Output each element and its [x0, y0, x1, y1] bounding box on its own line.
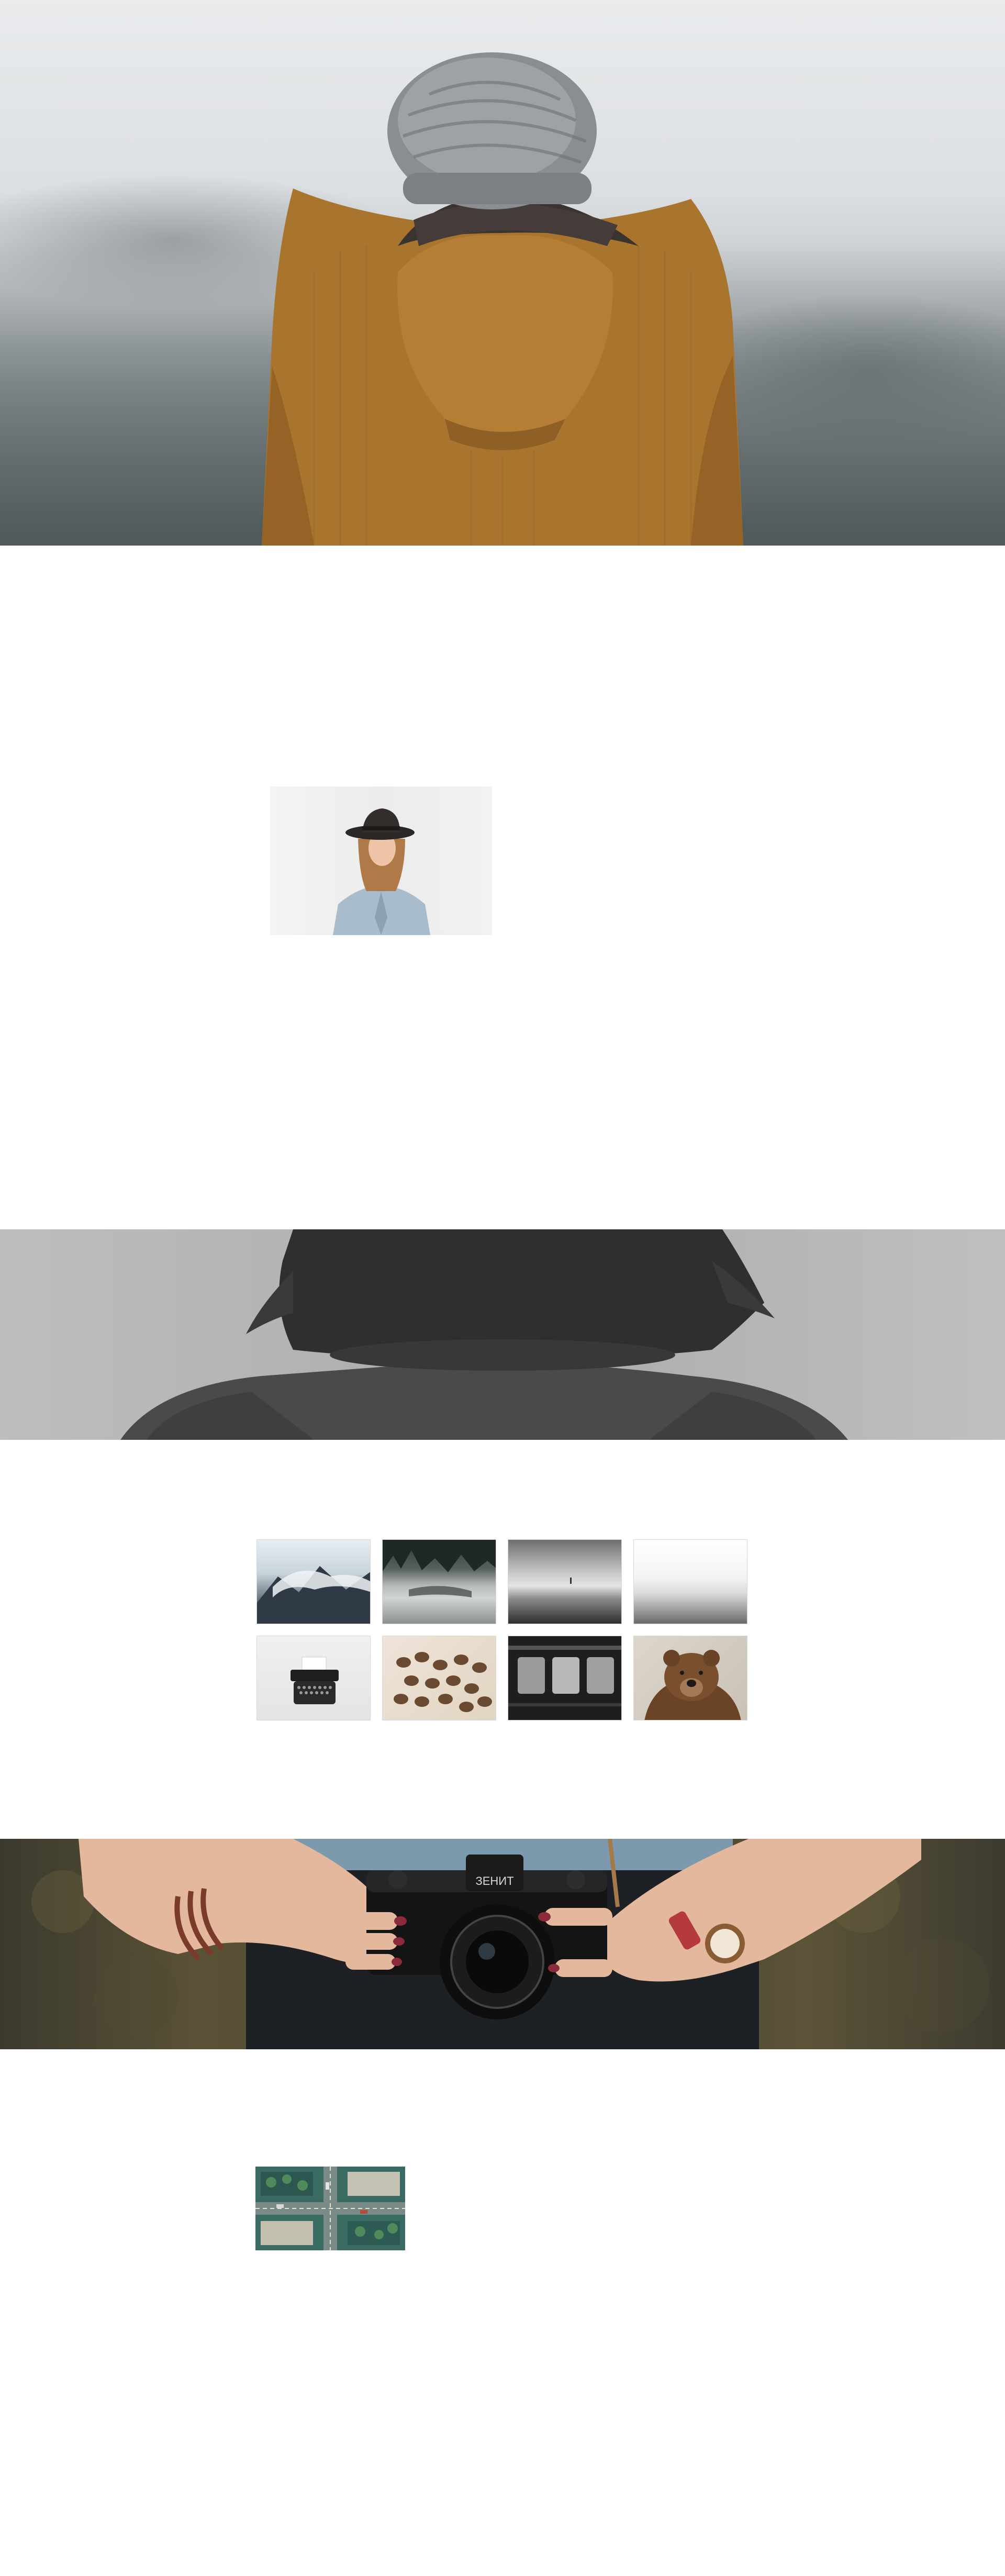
camera-hands-banner: ЗЕНИТ	[0, 1839, 1005, 2049]
aerial-city-photo	[255, 2167, 405, 2250]
grayscale-portrait-banner	[0, 1229, 1005, 1440]
gallery-thumbnail-brown-bear[interactable]	[633, 1636, 747, 1720]
person-in-jacket-image	[262, 52, 743, 546]
gallery-thumbnail-train-windows[interactable]	[508, 1636, 622, 1720]
gallery-thumbnail-foggy-horizon[interactable]	[633, 1539, 747, 1624]
gallery-thumbnail-grey-sea[interactable]	[508, 1539, 622, 1624]
gallery-thumbnail-misty-forest[interactable]	[382, 1539, 496, 1624]
hero-banner	[0, 0, 1005, 546]
hands-holding-camera-image: ЗЕНИТ	[31, 1839, 989, 2049]
woman-in-hat-image	[333, 808, 430, 935]
aerial-intersection-image	[255, 2167, 405, 2250]
profile-photo	[270, 786, 492, 935]
camera-brand-text: ЗЕНИТ	[475, 1874, 513, 1887]
gallery-thumbnail-typewriter[interactable]	[256, 1636, 371, 1720]
woman-back-image	[120, 1229, 848, 1440]
gallery-thumbnail-coffee-beans[interactable]	[382, 1636, 496, 1720]
gallery-thumbnail-mountain[interactable]	[256, 1539, 371, 1624]
